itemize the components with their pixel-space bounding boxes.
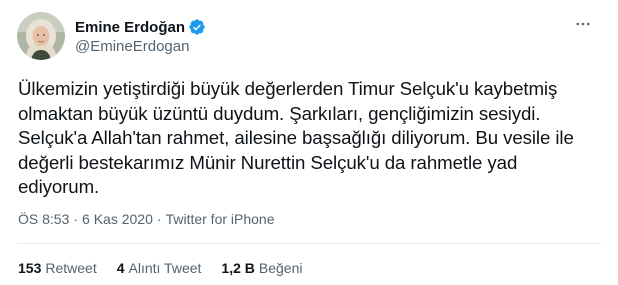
quote-tweets-label: Alıntı Tweet — [128, 260, 202, 276]
name-row: Emine Erdoğan — [75, 17, 206, 37]
more-options-icon[interactable] — [573, 14, 593, 34]
quote-tweets-count: 4 — [116, 260, 125, 276]
tweet-text-line: Selçuk'a Allah'tan rahmet, ailesine başs… — [18, 127, 574, 148]
author-handle[interactable]: @EmineErdogan — [75, 38, 206, 55]
likes-label: Beğeni — [258, 260, 303, 276]
tweet-text: Ülkemizin yetiştirdiği büyük değerlerden… — [18, 77, 603, 200]
tweet-source[interactable]: Twitter for iPhone — [166, 211, 275, 227]
author-names: Emine Erdoğan @EmineErdogan — [75, 17, 206, 55]
retweets-stat[interactable]: 153 Retweet — [18, 260, 97, 276]
quote-tweets-stat[interactable]: 4 Alıntı Tweet — [117, 260, 202, 276]
divider — [17, 243, 601, 244]
likes-stat[interactable]: 1,2 B Beğeni — [221, 260, 302, 276]
meta-separator: · — [73, 211, 79, 227]
tweet-header: Emine Erdoğan @EmineErdogan — [17, 12, 206, 60]
avatar-image — [17, 12, 65, 60]
tweet-text-line: Ülkemizin yetiştirdiği büyük değerlerden… — [18, 78, 558, 99]
verified-badge-icon — [188, 18, 206, 36]
tweet-stats: 153 Retweet 4 Alıntı Tweet 1,2 B Beğeni — [18, 260, 322, 276]
author-display-name[interactable]: Emine Erdoğan — [75, 19, 185, 36]
tweet-date[interactable]: 6 Kas 2020 — [82, 211, 153, 227]
retweets-label: Retweet — [45, 260, 97, 276]
avatar[interactable] — [17, 12, 65, 60]
retweets-count: 153 — [18, 260, 42, 276]
tweet-time[interactable]: ÖS 8:53 — [18, 211, 69, 227]
tweet-text-line: olmaktan büyük üzüntü duydum. Şarkıları,… — [18, 102, 541, 124]
meta-separator: · — [156, 211, 162, 227]
tweet-text-line: ediyorum. — [18, 176, 100, 197]
tweet-text-line: değerli bestekarımız Münir Nurettin Selç… — [18, 151, 518, 173]
likes-count: 1,2 B — [221, 260, 255, 276]
tweet-card: Emine Erdoğan @EmineErdogan Ülkemizin ye… — [0, 0, 618, 285]
tweet-meta: ÖS 8:53 · 6 Kas 2020 · Twitter for iPhon… — [18, 211, 275, 227]
